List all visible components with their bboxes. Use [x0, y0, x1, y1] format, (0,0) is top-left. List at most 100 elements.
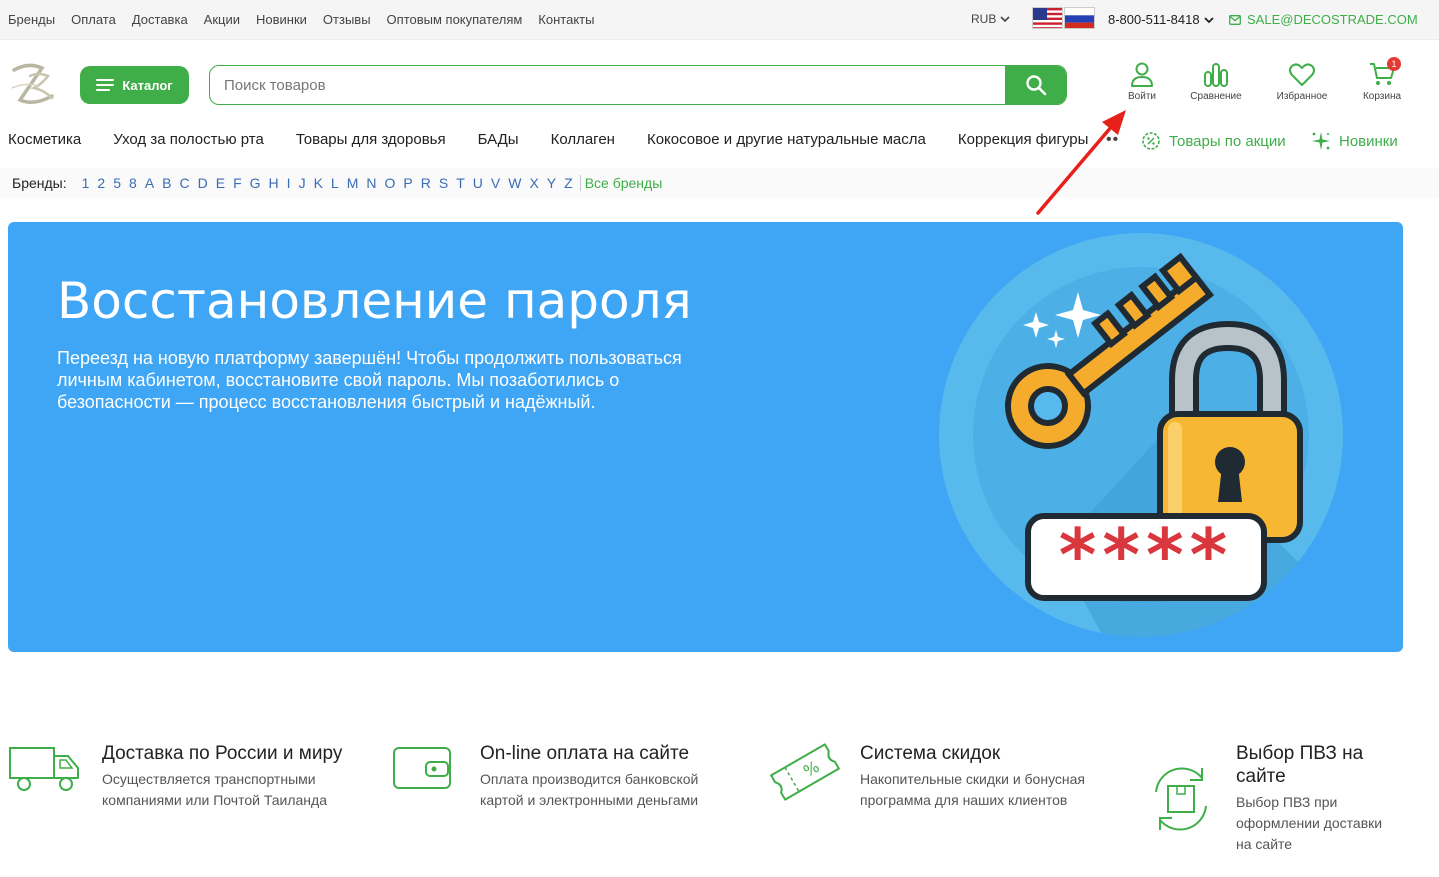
favorites-button[interactable]: Избранное: [1267, 60, 1337, 102]
compare-icon: [1204, 63, 1228, 87]
brand-letter-link[interactable]: Z: [560, 175, 577, 191]
red-arrow-annotation: [1036, 110, 1126, 215]
brand-letter-link[interactable]: S: [435, 175, 452, 191]
site-logo[interactable]: [8, 58, 60, 110]
brand-letter-link[interactable]: A: [141, 175, 158, 191]
login-button[interactable]: Войти: [1107, 60, 1177, 102]
brand-letter-link[interactable]: G: [246, 175, 265, 191]
chevron-down-icon: [1203, 16, 1214, 23]
feature-pickup-point: Выбор ПВЗ на сайте Выбор ПВЗ при оформле…: [1146, 742, 1406, 855]
brand-letter-link[interactable]: N: [362, 175, 380, 191]
favorites-label: Избранное: [1276, 91, 1328, 102]
brand-letter-link[interactable]: O: [381, 175, 400, 191]
brand-letter-link[interactable]: 8: [125, 175, 141, 191]
feature-discounts-title: Система скидок: [860, 743, 1001, 764]
package-exchange-icon: [1155, 767, 1207, 831]
top-link-new[interactable]: Новинки: [256, 12, 307, 27]
brand-letter-link[interactable]: J: [295, 175, 310, 191]
wallet-icon: [393, 747, 451, 789]
search-button[interactable]: [1005, 66, 1066, 104]
sale-products-link[interactable]: Товары по акции: [1141, 131, 1286, 151]
banner-text: Переезд на новую платформу завершён! Что…: [57, 348, 682, 412]
brand-letter-link[interactable]: U: [469, 175, 487, 191]
cart-count-badge: 1: [1387, 57, 1401, 71]
menu-icon: [96, 79, 115, 91]
search-input[interactable]: [210, 66, 1005, 104]
feature-payment-title: On-line оплата на сайте: [480, 743, 690, 764]
compare-button[interactable]: Сравнение: [1181, 60, 1251, 102]
brand-letter-link[interactable]: H: [265, 175, 283, 191]
brand-letter-link[interactable]: M: [343, 175, 363, 191]
email-link[interactable]: SALE@DECOSTRADE.COM: [1229, 12, 1418, 27]
us-flag-icon[interactable]: [1032, 7, 1063, 29]
password-mask: ****: [1059, 513, 1234, 597]
feature-delivery-desc: Осуществляется транспортными компаниями …: [102, 771, 327, 808]
phone-selector[interactable]: 8-800-511-8418: [1108, 12, 1214, 27]
brand-letter-list: 1258ABCDEFGHIJKLMNOPRSTUVWXYZ: [78, 175, 577, 191]
brand-letter-link[interactable]: F: [229, 175, 246, 191]
catalog-button[interactable]: Каталог: [80, 66, 189, 104]
brand-letter-link[interactable]: R: [417, 175, 435, 191]
top-link-payment[interactable]: Оплата: [71, 12, 116, 27]
category-cosmetics[interactable]: Косметика: [8, 131, 81, 148]
email-address: SALE@DECOSTRADE.COM: [1247, 12, 1418, 27]
brand-letter-link[interactable]: I: [283, 175, 295, 191]
brand-letters-row: Бренды: 1258ABCDEFGHIJKLMNOPRSTUVWXYZ Вс…: [12, 175, 662, 191]
feature-delivery-title: Доставка по России и миру: [102, 743, 343, 764]
feature-discounts-desc: Накопительные скидки и бонусная программ…: [860, 771, 1086, 808]
category-collagen[interactable]: Коллаген: [551, 131, 615, 148]
ru-flag-icon[interactable]: [1064, 7, 1095, 29]
all-brands-link[interactable]: Все бренды: [579, 175, 662, 191]
chevron-down-icon: [1000, 16, 1010, 23]
brand-letter-link[interactable]: Y: [543, 175, 560, 191]
feature-online-payment: On-line оплата на сайте Оплата производи…: [392, 742, 732, 811]
currency-value: RUB: [971, 12, 997, 26]
compare-label: Сравнение: [1190, 91, 1242, 102]
banner-title: Восстановление пароля: [57, 272, 692, 330]
sparkle-icon: [1312, 132, 1330, 150]
top-links: Бренды Оплата Доставка Акции Новинки Отз…: [8, 12, 594, 27]
top-link-brands[interactable]: Бренды: [8, 12, 55, 27]
password-recovery-banner: Восстановление пароля Переезд на новую п…: [8, 222, 1403, 652]
feature-payment-desc: Оплата производится банковской картой и …: [480, 771, 699, 808]
brand-letter-link[interactable]: X: [525, 175, 542, 191]
brand-letter-link[interactable]: 2: [93, 175, 109, 191]
top-link-delivery[interactable]: Доставка: [132, 12, 188, 27]
svg-text:%: %: [800, 757, 823, 781]
discount-icon: [1142, 132, 1160, 150]
top-link-sales[interactable]: Акции: [204, 12, 240, 27]
category-health[interactable]: Товары для здоровья: [296, 131, 446, 148]
new-products-link[interactable]: Новинки: [1311, 131, 1398, 151]
currency-selector[interactable]: RUB: [971, 12, 1010, 26]
category-nav: Косметика Уход за полостью рта Товары дл…: [8, 131, 1088, 148]
feature-pickup-title: Выбор ПВЗ на сайте: [1236, 743, 1364, 787]
cart-button[interactable]: Корзина 1: [1347, 57, 1417, 102]
brand-letter-link[interactable]: D: [194, 175, 212, 191]
top-link-wholesale[interactable]: Оптовым покупателям: [387, 12, 523, 27]
brand-letter-link[interactable]: K: [310, 175, 327, 191]
brand-letter-link[interactable]: B: [158, 175, 175, 191]
user-icon: [1131, 62, 1153, 87]
feature-delivery: Доставка по России и миру Осуществляется…: [8, 742, 358, 811]
brand-letter-link[interactable]: W: [504, 175, 525, 191]
brand-letter-link[interactable]: V: [487, 175, 504, 191]
cart-label: Корзина: [1362, 91, 1402, 102]
brand-letter-link[interactable]: C: [176, 175, 194, 191]
feature-pickup-desc: Выбор ПВЗ при оформлении доставки на сай…: [1236, 794, 1383, 852]
discount-ticket-icon: %: [770, 743, 840, 801]
brand-letter-link[interactable]: P: [399, 175, 416, 191]
top-link-reviews[interactable]: Отзывы: [323, 12, 371, 27]
category-oils[interactable]: Кокосовое и другие натуральные масла: [647, 131, 926, 148]
brand-letter-link[interactable]: 1: [78, 175, 94, 191]
category-oral-care[interactable]: Уход за полостью рта: [113, 131, 264, 148]
brand-letter-link[interactable]: E: [212, 175, 229, 191]
language-flags: [1032, 7, 1095, 29]
heart-icon: [1289, 63, 1315, 86]
key-and-lock-illustration: ****: [939, 233, 1343, 637]
brand-letter-link[interactable]: T: [452, 175, 469, 191]
brand-letter-link[interactable]: 5: [109, 175, 125, 191]
truck-icon: [9, 747, 79, 791]
category-supplements[interactable]: БАДы: [478, 131, 519, 148]
top-link-contacts[interactable]: Контакты: [538, 12, 594, 27]
brand-letter-link[interactable]: L: [327, 175, 343, 191]
